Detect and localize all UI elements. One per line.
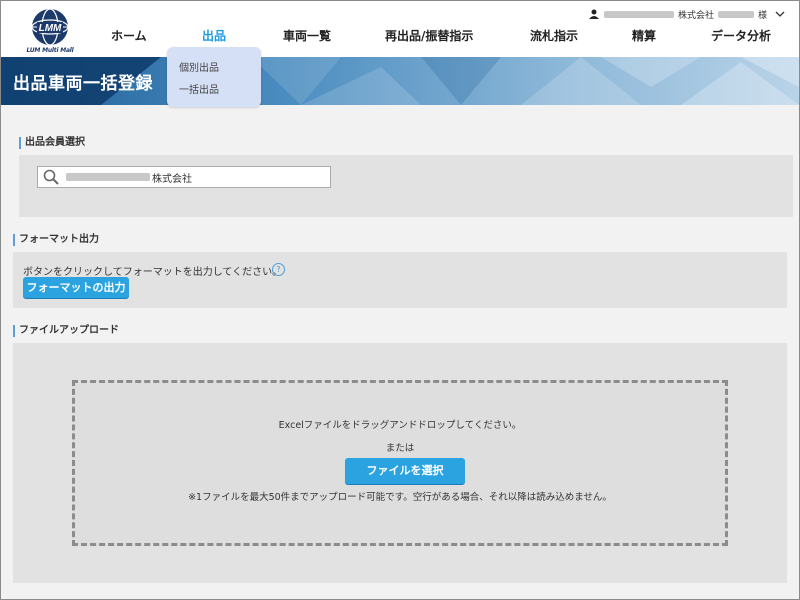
nav-vehicle-list[interactable]: 車両一覧 [283,27,331,49]
member-name-suffix: 株式会社 [152,173,192,185]
page-banner: 出品車両一括登録 [1,57,799,105]
select-file-button[interactable]: ファイルを選択 [345,458,465,484]
nav-relist-transfer[interactable]: 再出品/振替指示 [385,27,473,49]
format-output-button[interactable]: フォーマットの出力 [23,277,129,298]
nav-home[interactable]: ホーム [111,27,147,49]
member-search-input[interactable]: 株式会社 [37,166,331,188]
upload-limit-note: ※1ファイルを最大50件までアップロード可能です。空行がある場合、それ以降は読み… [188,492,612,503]
logo[interactable]: LMM LUM Multi Mall [23,5,77,55]
nav-unsold-instructions[interactable]: 流札指示 [530,27,578,49]
dropzone-or-text: または [385,443,415,454]
company-name-redacted [603,10,674,18]
dropdown-item-bulk-listing[interactable]: 一括出品 [179,81,219,96]
chevron-down-icon[interactable] [775,10,785,18]
format-instruction: ボタンをクリックしてフォーマットを出力してください。 [23,267,283,278]
nav-settlement[interactable]: 精算 [632,27,656,49]
nav-data-analysis[interactable]: データ分析 [711,27,771,49]
logo-text: LMM [39,23,62,34]
logo-caption: LUM Multi Mall [26,47,74,54]
member-section-heading: 出品会員選択 [19,137,85,149]
listing-dropdown: 個別出品 一括出品 [167,47,261,107]
member-name-redacted [66,173,150,181]
person-icon [588,9,599,19]
main-nav: ホーム 出品 車両一覧 再出品/振替指示 流札指示 精算 データ分析 [87,27,799,49]
user-name-redacted [717,10,754,18]
upload-section-heading: ファイルアップロード [13,325,119,337]
format-section-heading: フォーマット出力 [13,234,99,246]
user-menu[interactable]: 株式会社 様 [588,7,785,21]
search-icon [43,169,59,185]
page-title: 出品車両一括登録 [13,74,153,94]
dropzone-instruction: Excelファイルをドラッグアンドドロップしてください。 [278,420,522,431]
logo-globe-icon: LMM [31,8,69,46]
help-icon[interactable]: ? [272,263,285,276]
dropdown-item-individual-listing[interactable]: 個別出品 [179,59,219,74]
user-name-suffix: 様 [757,10,767,21]
format-panel [13,252,787,308]
nav-listing[interactable]: 出品 [202,27,226,49]
company-suffix: 株式会社 [677,10,714,21]
header: LMM LUM Multi Mall 株式会社 様 ホーム 出品 車両一覧 再出… [1,1,799,57]
